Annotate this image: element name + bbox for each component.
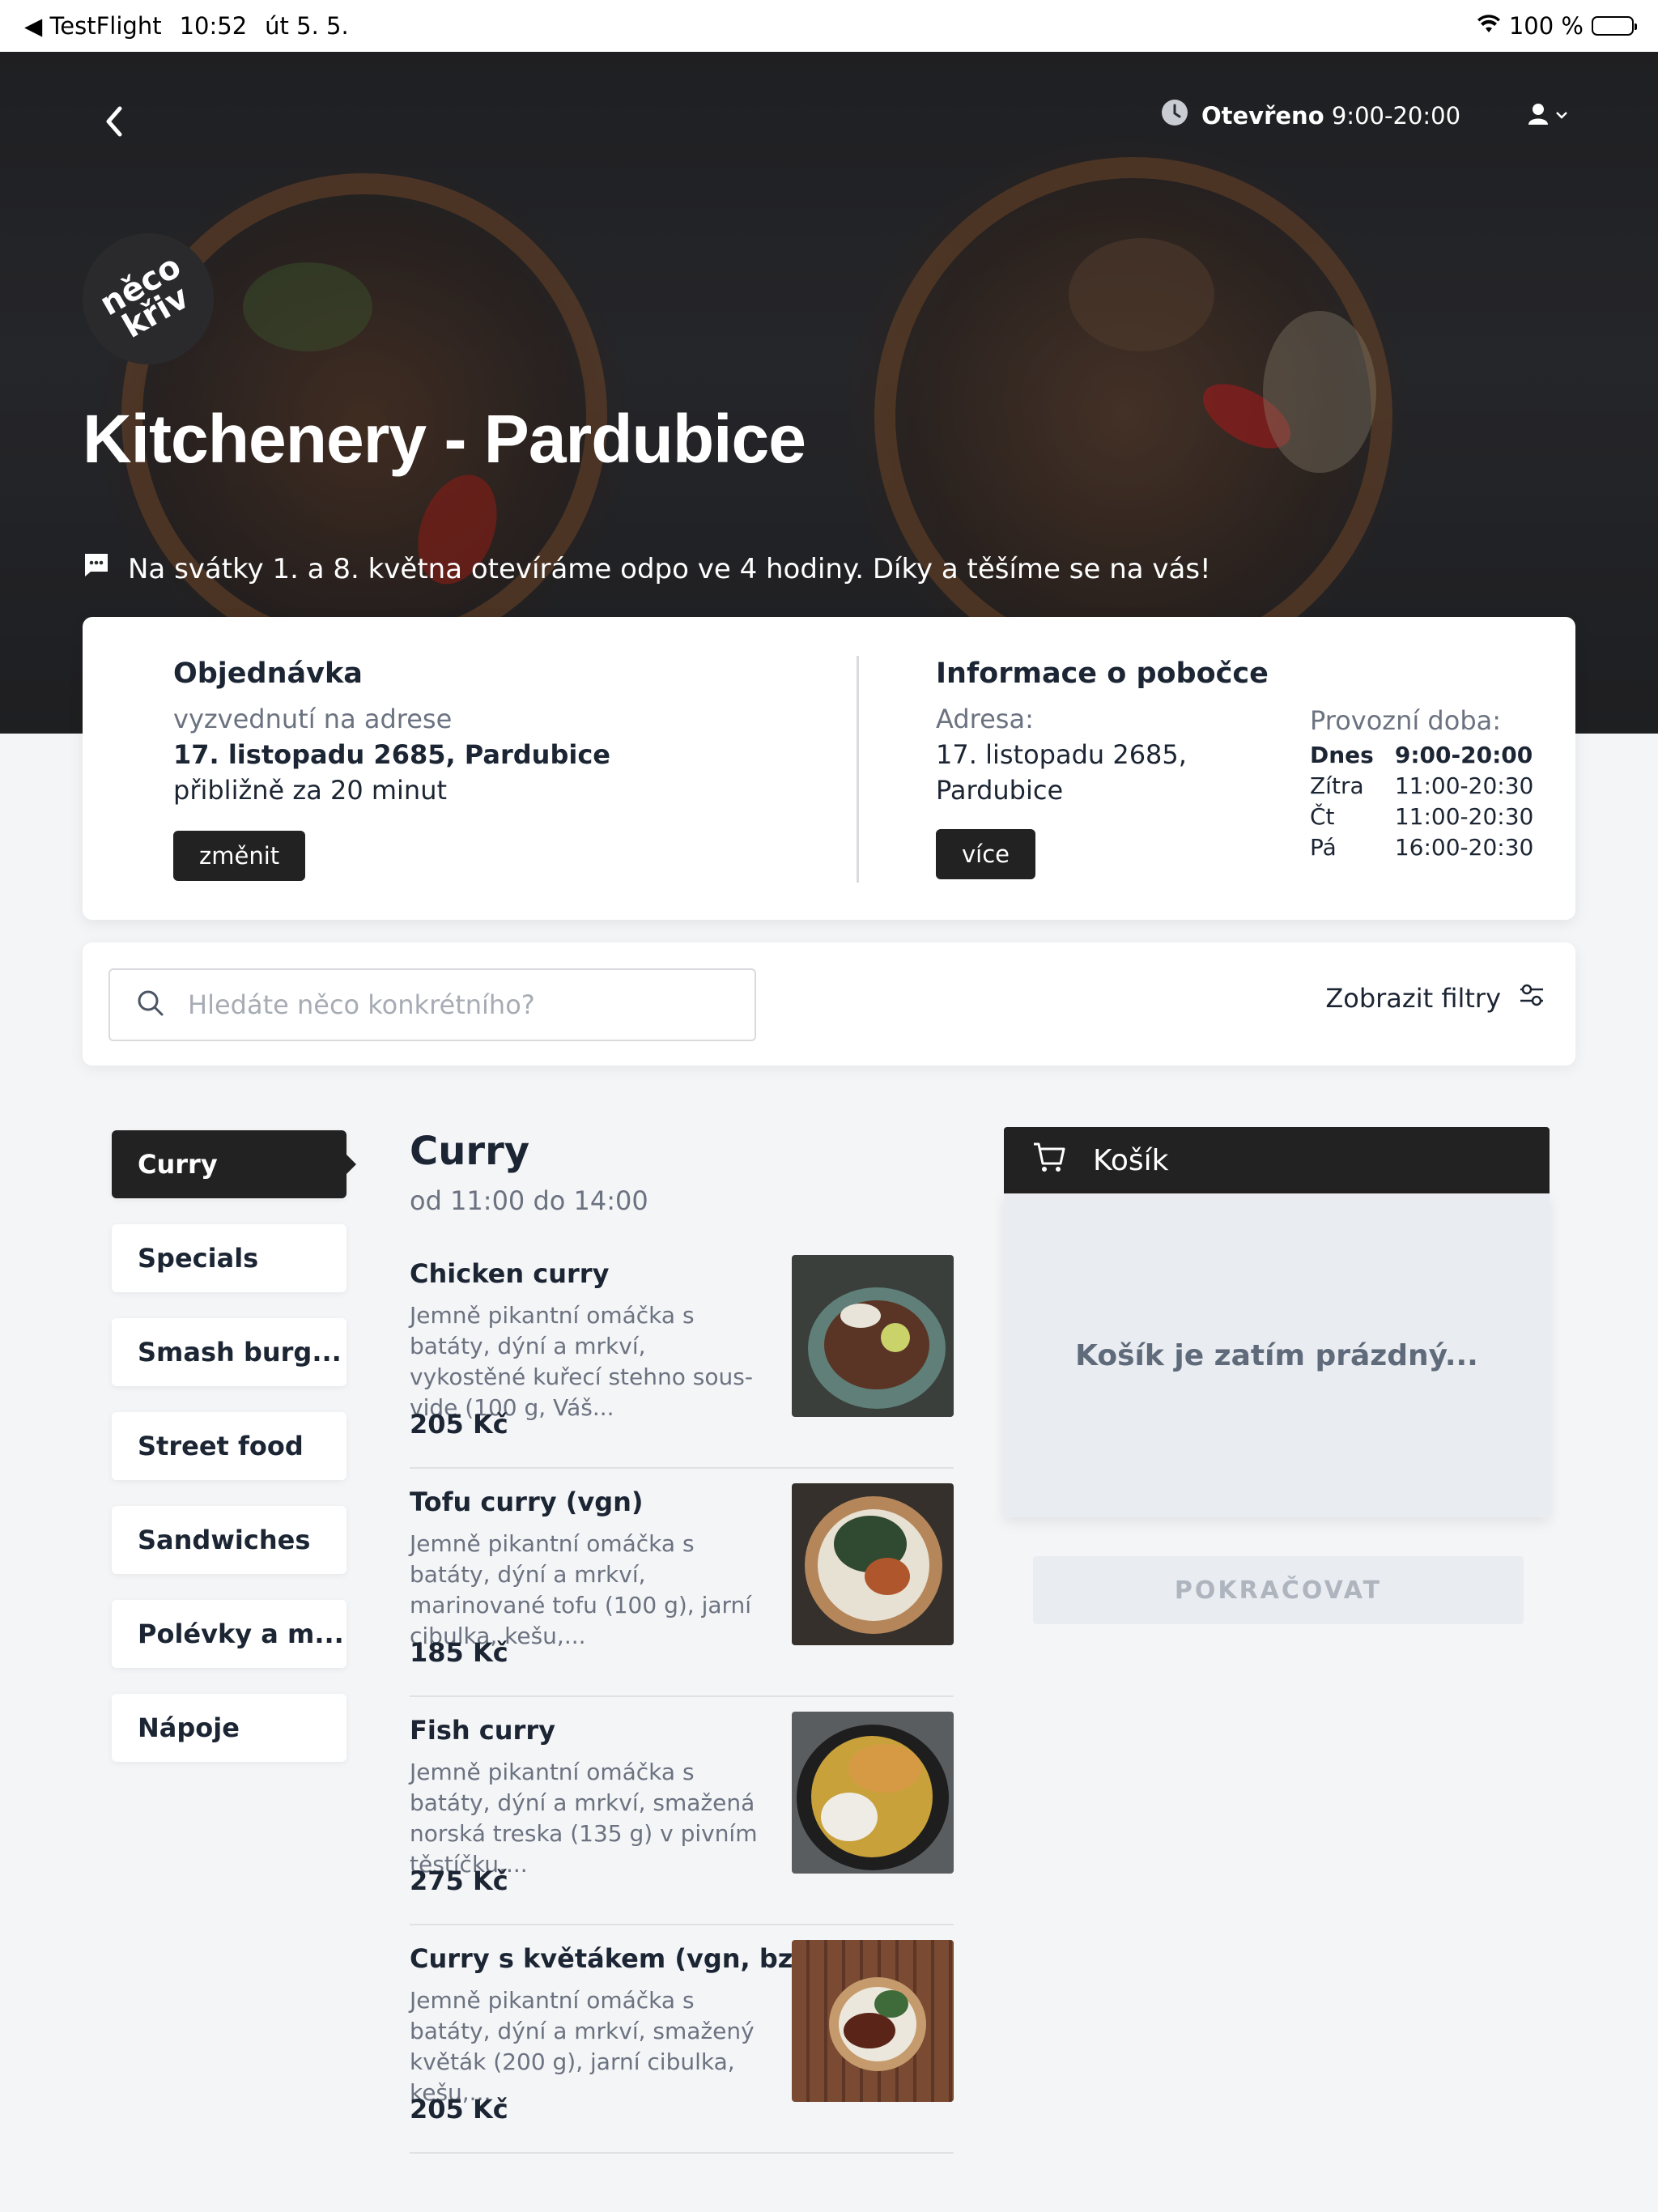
order-heading: Objednávka xyxy=(173,657,363,690)
item-photo xyxy=(792,1712,954,1874)
item-description: Jemně pikantní omáčka s batáty, dýní a m… xyxy=(410,1759,758,1878)
notice-text: Na svátky 1. a 8. května otevíráme odpo … xyxy=(128,552,1211,585)
branch-address-line1: 17. listopadu 2685, xyxy=(936,739,1187,770)
wifi-icon xyxy=(1477,12,1501,40)
back-button[interactable] xyxy=(96,97,131,146)
branch-address-line2: Pardubice xyxy=(936,775,1064,806)
status-bar: ◀ TestFlight 10:52 út 5. 5. 100 % xyxy=(0,0,1658,52)
order-section: Objednávka vyzvednutí na adrese 17. list… xyxy=(173,657,610,881)
category-item-street-food[interactable]: Street food xyxy=(112,1412,346,1480)
category-item-specials[interactable]: Specials xyxy=(112,1224,346,1292)
menu-item[interactable]: Tofu curry (vgn) Jemně pikantní omáčka s… xyxy=(410,1469,954,1697)
menu-items: Chicken curry Jemně pikantní omáčka s ba… xyxy=(410,1240,954,2154)
battery-percent: 100 % xyxy=(1508,12,1584,40)
hours-time: 9:00-20:00 xyxy=(1394,742,1533,768)
hours-row: Pá 16:00-20:30 xyxy=(1310,832,1554,863)
item-price: 185 Kč xyxy=(410,1637,508,1668)
continue-button[interactable]: POKRAČOVAT xyxy=(1033,1556,1524,1624)
hours-day: Čt xyxy=(1310,803,1335,830)
open-hours: 9:00-20:00 xyxy=(1331,101,1461,130)
search-bar: Zobrazit filtry xyxy=(83,942,1575,1066)
item-photo xyxy=(792,1940,954,2102)
category-item-curry[interactable]: Curry xyxy=(112,1130,356,1198)
filters-label: Zobrazit filtry xyxy=(1325,983,1501,1014)
opening-hours: Provozní doba: Dnes 9:00-20:00 Zítra 11:… xyxy=(1310,704,1554,863)
hours-row: Zítra 11:00-20:30 xyxy=(1310,771,1554,802)
hours-day: Zítra xyxy=(1310,772,1364,799)
hours-day: Dnes xyxy=(1310,742,1374,768)
item-photo xyxy=(792,1255,954,1417)
category-item-smash-burgers[interactable]: Smash burg... xyxy=(112,1318,346,1386)
hours-row: Čt 11:00-20:30 xyxy=(1310,802,1554,832)
hours-label: Provozní doba: xyxy=(1310,705,1502,736)
pickup-eta: přibližně za 20 minut xyxy=(173,775,448,806)
hours-row: Dnes 9:00-20:00 xyxy=(1310,740,1554,771)
item-name: Tofu curry (vgn) xyxy=(410,1487,644,1517)
category-item-drinks[interactable]: Nápoje xyxy=(112,1694,346,1762)
item-price: 275 Kč xyxy=(410,1865,508,1896)
change-order-button[interactable]: změnit xyxy=(173,831,306,881)
branch-section: Informace o pobočce Adresa: 17. listopad… xyxy=(936,657,1269,879)
status-date: út 5. 5. xyxy=(265,12,349,40)
battery-icon xyxy=(1592,16,1637,36)
category-item-soups[interactable]: Polévky a m... xyxy=(112,1600,346,1668)
back-to-testflight-link[interactable]: ◀ TestFlight xyxy=(24,12,162,40)
item-price: 205 Kč xyxy=(410,1409,508,1440)
item-description: Jemně pikantní omáčka s batáty, dýní a m… xyxy=(410,1530,752,1649)
menu-section: Curry od 11:00 do 14:00 Chicken curry Je… xyxy=(410,1129,954,2154)
search-field[interactable] xyxy=(108,968,756,1041)
branch-heading: Informace o pobočce xyxy=(936,657,1269,690)
user-icon xyxy=(1527,102,1550,130)
item-description: Jemně pikantní omáčka s batáty, dýní a m… xyxy=(410,1987,755,2106)
cart-title: Košík xyxy=(1093,1143,1169,1177)
search-input[interactable] xyxy=(186,989,704,1021)
divider xyxy=(857,656,859,883)
cart-panel: Košík Košík je zatím prázdný... POKRAČOV… xyxy=(1004,1127,1550,1624)
order-info-card: Objednávka vyzvednutí na adrese 17. list… xyxy=(83,617,1575,920)
open-label: Otevřeno xyxy=(1201,101,1324,130)
hours-table: Dnes 9:00-20:00 Zítra 11:00-20:30 Čt 11:… xyxy=(1310,740,1554,863)
menu-item[interactable]: Curry s květákem (vgn, bzl) Jemně pikant… xyxy=(410,1925,954,2154)
clock-icon xyxy=(1161,99,1188,132)
cart-header: Košík xyxy=(1004,1127,1550,1193)
hours-time: 16:00-20:30 xyxy=(1394,834,1534,861)
item-name: Chicken curry xyxy=(410,1258,610,1289)
hours-time: 11:00-20:30 xyxy=(1394,772,1534,799)
item-name: Curry s květákem (vgn, bzl) xyxy=(410,1943,814,1974)
search-icon xyxy=(136,989,165,1021)
account-menu-button[interactable] xyxy=(1527,102,1569,130)
show-filters-button[interactable]: Zobrazit filtry xyxy=(1325,981,1546,1015)
item-name: Fish curry xyxy=(410,1715,555,1746)
section-title: Curry xyxy=(410,1129,530,1174)
menu-item[interactable]: Fish curry Jemně pikantní omáčka s batát… xyxy=(410,1697,954,1925)
branch-more-button[interactable]: více xyxy=(936,829,1036,879)
hours-time: 11:00-20:30 xyxy=(1394,803,1534,830)
pickup-address: 17. listopadu 2685, Pardubice xyxy=(173,739,610,770)
restaurant-notice: Na svátky 1. a 8. května otevíráme odpo … xyxy=(83,552,1211,585)
status-time: 10:52 xyxy=(179,12,248,40)
chevron-down-icon xyxy=(1554,108,1569,124)
filter-sliders-icon xyxy=(1517,981,1546,1015)
pickup-label: vyzvednutí na adrese xyxy=(173,704,453,734)
restaurant-name: Kitchenery - Pardubice xyxy=(83,401,806,477)
menu-item[interactable]: Chicken curry Jemně pikantní omáčka s ba… xyxy=(410,1240,954,1469)
section-time: od 11:00 do 14:00 xyxy=(410,1185,648,1216)
item-price: 205 Kč xyxy=(410,2094,508,2125)
item-photo xyxy=(792,1483,954,1645)
message-icon xyxy=(83,552,110,585)
cart-empty-state: Košík je zatím prázdný... xyxy=(1004,1193,1550,1517)
branch-address-label: Adresa: xyxy=(936,704,1034,734)
item-description: Jemně pikantní omáčka s batáty, dýní a m… xyxy=(410,1302,753,1421)
opening-status: Otevřeno 9:00-20:00 xyxy=(1161,99,1460,132)
category-list: Curry Specials Smash burg... Street food… xyxy=(112,1130,356,1788)
hours-day: Pá xyxy=(1310,834,1337,861)
category-item-sandwiches[interactable]: Sandwiches xyxy=(112,1506,346,1574)
cart-icon xyxy=(1031,1139,1067,1182)
